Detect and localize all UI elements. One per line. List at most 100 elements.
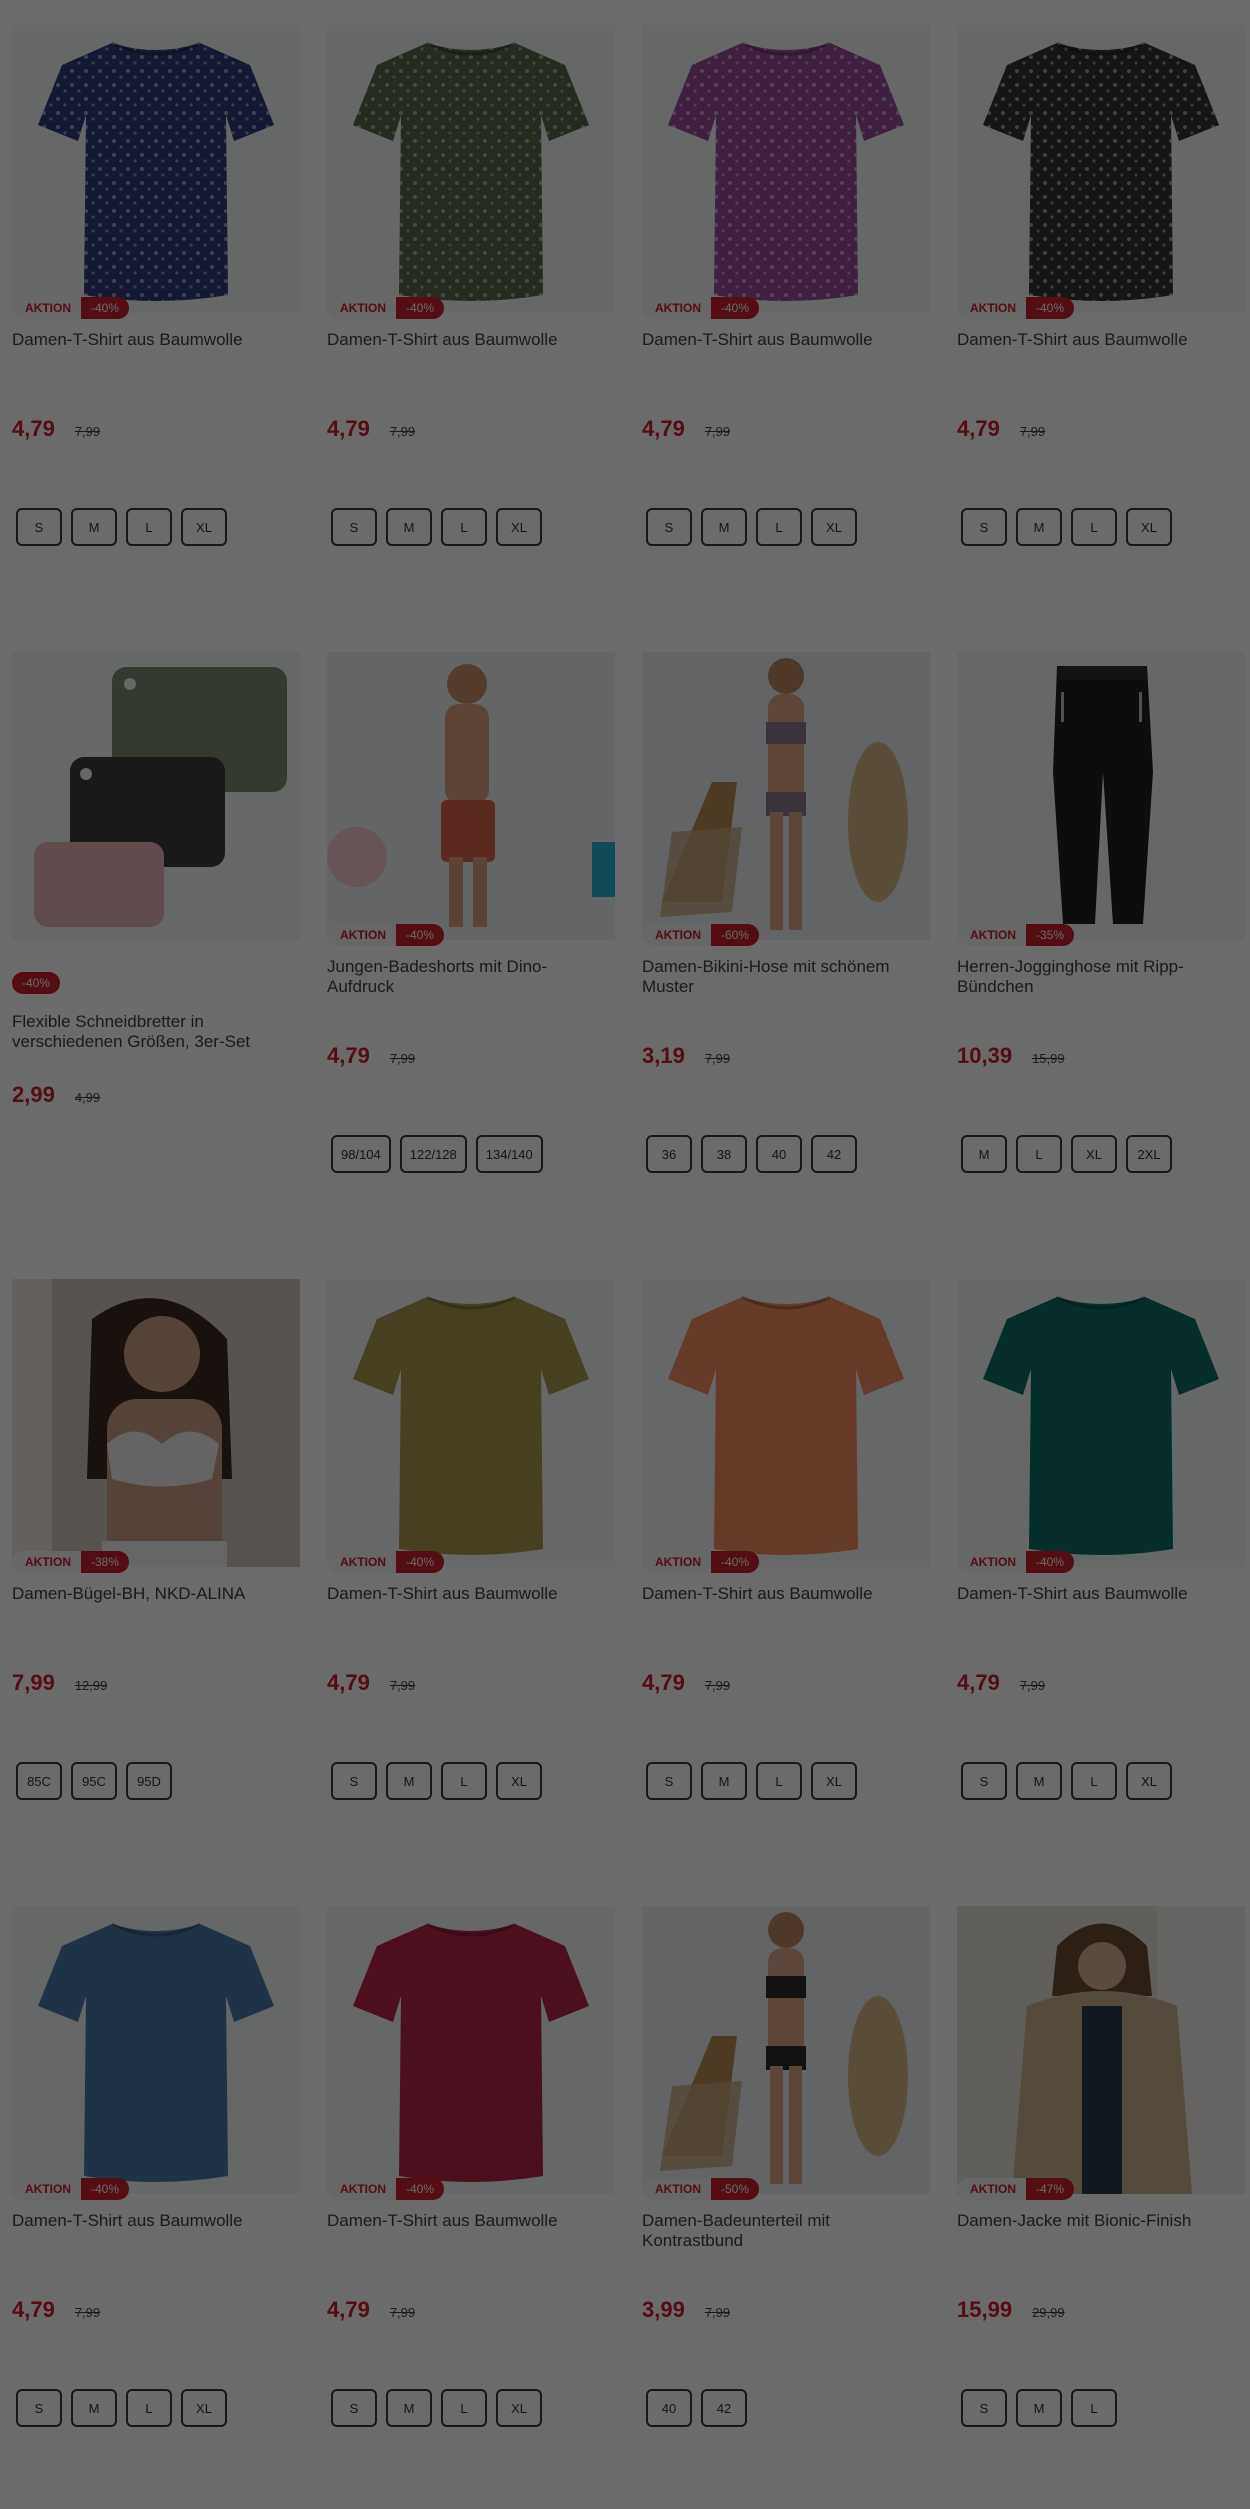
product-title[interactable]: Damen-T-Shirt aus Baumwolle xyxy=(12,330,297,350)
size-option-button[interactable]: XL xyxy=(1126,1762,1172,1800)
product-title[interactable]: Damen-T-Shirt aus Baumwolle xyxy=(327,330,612,350)
product-image[interactable] xyxy=(642,25,930,313)
size-option-button[interactable]: M xyxy=(71,2389,117,2427)
size-option-button[interactable]: S xyxy=(961,2389,1007,2427)
product-image[interactable] xyxy=(957,1906,1245,2194)
product-card[interactable]: AKTION -40% Damen-T-Shirt aus Baumwolle 4,7… xyxy=(957,1279,1245,1879)
product-image[interactable] xyxy=(642,652,930,940)
product-title[interactable]: Flexible Schneidbretter in verschiedenen… xyxy=(12,1012,297,1052)
size-option-button[interactable]: 95C xyxy=(71,1762,117,1800)
product-title[interactable]: Jungen-Badeshorts mit Dino-Aufdruck xyxy=(327,957,612,997)
size-option-button[interactable]: M xyxy=(386,2389,432,2427)
size-option-button[interactable]: M xyxy=(71,508,117,546)
product-image[interactable] xyxy=(12,652,300,940)
product-card[interactable]: AKTION -40% Damen-T-Shirt aus Baumwolle 4,7… xyxy=(12,25,300,625)
size-option-button[interactable]: XL xyxy=(496,508,542,546)
size-option-button[interactable]: M xyxy=(1016,2389,1062,2427)
product-image[interactable] xyxy=(642,1906,930,2194)
product-card[interactable]: AKTION -40% Damen-T-Shirt aus Baumwolle 4,7… xyxy=(327,25,615,625)
product-card[interactable]: AKTION -38% Damen-Bügel-BH, NKD-ALINA 7,99 1… xyxy=(12,1279,300,1879)
size-option-button[interactable]: M xyxy=(701,1762,747,1800)
product-image[interactable] xyxy=(12,25,300,313)
size-option-button[interactable]: 2XL xyxy=(1126,1135,1172,1173)
size-option-button[interactable]: M xyxy=(386,1762,432,1800)
size-option-button[interactable]: L xyxy=(1071,508,1117,546)
product-card[interactable]: -40% Flexible Schneidbretter in verschied… xyxy=(12,652,300,1252)
size-option-button[interactable]: M xyxy=(386,508,432,546)
product-card[interactable]: AKTION -40% Damen-T-Shirt aus Baumwolle 4,7… xyxy=(957,25,1245,625)
size-option-button[interactable]: XL xyxy=(1071,1135,1117,1173)
size-option-button[interactable]: 122/128 xyxy=(399,1135,467,1173)
size-option-button[interactable]: S xyxy=(16,508,62,546)
product-title[interactable]: Damen-T-Shirt aus Baumwolle xyxy=(12,2211,297,2231)
size-option-button[interactable]: 95D xyxy=(126,1762,172,1800)
size-option-button[interactable]: XL xyxy=(811,1762,857,1800)
size-option-button[interactable]: M xyxy=(961,1135,1007,1173)
size-option-button[interactable]: 40 xyxy=(646,2389,692,2427)
product-title[interactable]: Damen-Bikini-Hose mit schönem Muster xyxy=(642,957,927,997)
size-option-button[interactable]: 42 xyxy=(811,1135,857,1173)
size-option-button[interactable]: 40 xyxy=(756,1135,802,1173)
product-card[interactable]: AKTION -40% Damen-T-Shirt aus Baumwolle 4,7… xyxy=(327,1906,615,2506)
product-image[interactable] xyxy=(327,25,615,313)
product-title[interactable]: Damen-T-Shirt aus Baumwolle xyxy=(957,1584,1242,1604)
product-image[interactable] xyxy=(327,652,615,940)
size-option-button[interactable]: XL xyxy=(496,1762,542,1800)
product-card[interactable]: AKTION -40% Damen-T-Shirt aus Baumwolle 4,7… xyxy=(642,25,930,625)
size-option-button[interactable]: S xyxy=(646,1762,692,1800)
size-option-button[interactable]: XL xyxy=(181,508,227,546)
size-option-button[interactable]: M xyxy=(1016,508,1062,546)
size-option-button[interactable]: M xyxy=(1016,1762,1062,1800)
size-option-button[interactable]: XL xyxy=(181,2389,227,2427)
product-image[interactable] xyxy=(957,652,1245,940)
size-option-button[interactable]: 98/104 xyxy=(331,1135,391,1173)
product-card[interactable]: AKTION -40% Damen-T-Shirt aus Baumwolle 4,7… xyxy=(12,1906,300,2506)
size-option-button[interactable]: S xyxy=(16,2389,62,2427)
size-option-button[interactable]: L xyxy=(441,2389,487,2427)
product-image[interactable] xyxy=(957,1279,1245,1567)
product-image[interactable] xyxy=(327,1906,615,2194)
size-option-button[interactable]: S xyxy=(961,1762,1007,1800)
size-option-button[interactable]: 36 xyxy=(646,1135,692,1173)
size-option-button[interactable]: S xyxy=(646,508,692,546)
size-option-button[interactable]: XL xyxy=(1126,508,1172,546)
product-title[interactable]: Damen-T-Shirt aus Baumwolle xyxy=(642,1584,927,1604)
product-image[interactable] xyxy=(12,1906,300,2194)
size-option-button[interactable]: XL xyxy=(496,2389,542,2427)
size-option-button[interactable]: L xyxy=(1071,2389,1117,2427)
size-option-button[interactable]: L xyxy=(441,508,487,546)
product-title[interactable]: Damen-T-Shirt aus Baumwolle xyxy=(327,2211,612,2231)
product-card[interactable]: AKTION -47% Damen-Jacke mit Bionic-Finish 1… xyxy=(957,1906,1245,2506)
product-card[interactable]: AKTION -40% Jungen-Badeshorts mit Dino-Auf… xyxy=(327,652,615,1252)
size-option-button[interactable]: L xyxy=(126,2389,172,2427)
product-title[interactable]: Damen-Jacke mit Bionic-Finish xyxy=(957,2211,1242,2231)
product-image[interactable] xyxy=(642,1279,930,1567)
product-title[interactable]: Herren-Jogginghose mit Ripp-Bündchen xyxy=(957,957,1242,997)
product-image[interactable] xyxy=(12,1279,300,1567)
size-option-button[interactable]: 42 xyxy=(701,2389,747,2427)
product-image[interactable] xyxy=(957,25,1245,313)
size-option-button[interactable]: L xyxy=(756,508,802,546)
product-card[interactable]: AKTION -40% Damen-T-Shirt aus Baumwolle 4,7… xyxy=(327,1279,615,1879)
size-option-button[interactable]: L xyxy=(126,508,172,546)
product-title[interactable]: Damen-Badeunterteil mit Kontrastbund xyxy=(642,2211,927,2251)
size-option-button[interactable]: M xyxy=(701,508,747,546)
size-option-button[interactable]: L xyxy=(1016,1135,1062,1173)
product-card[interactable]: AKTION -60% Damen-Bikini-Hose mit schönem … xyxy=(642,652,930,1252)
product-card[interactable]: AKTION -50% Damen-Badeunterteil mit Kontra… xyxy=(642,1906,930,2506)
product-title[interactable]: Damen-T-Shirt aus Baumwolle xyxy=(327,1584,612,1604)
size-option-button[interactable]: S xyxy=(331,508,377,546)
product-title[interactable]: Damen-Bügel-BH, NKD-ALINA xyxy=(12,1584,297,1604)
size-option-button[interactable]: S xyxy=(331,1762,377,1800)
product-card[interactable]: AKTION -40% Damen-T-Shirt aus Baumwolle 4,7… xyxy=(642,1279,930,1879)
product-card[interactable]: AKTION -35% Herren-Jogginghose mit Ripp-Bü… xyxy=(957,652,1245,1252)
size-option-button[interactable]: S xyxy=(331,2389,377,2427)
product-image[interactable] xyxy=(327,1279,615,1567)
size-option-button[interactable]: L xyxy=(441,1762,487,1800)
size-option-button[interactable]: S xyxy=(961,508,1007,546)
size-option-button[interactable]: 38 xyxy=(701,1135,747,1173)
size-option-button[interactable]: L xyxy=(756,1762,802,1800)
product-title[interactable]: Damen-T-Shirt aus Baumwolle xyxy=(957,330,1242,350)
size-option-button[interactable]: XL xyxy=(811,508,857,546)
size-option-button[interactable]: L xyxy=(1071,1762,1117,1800)
